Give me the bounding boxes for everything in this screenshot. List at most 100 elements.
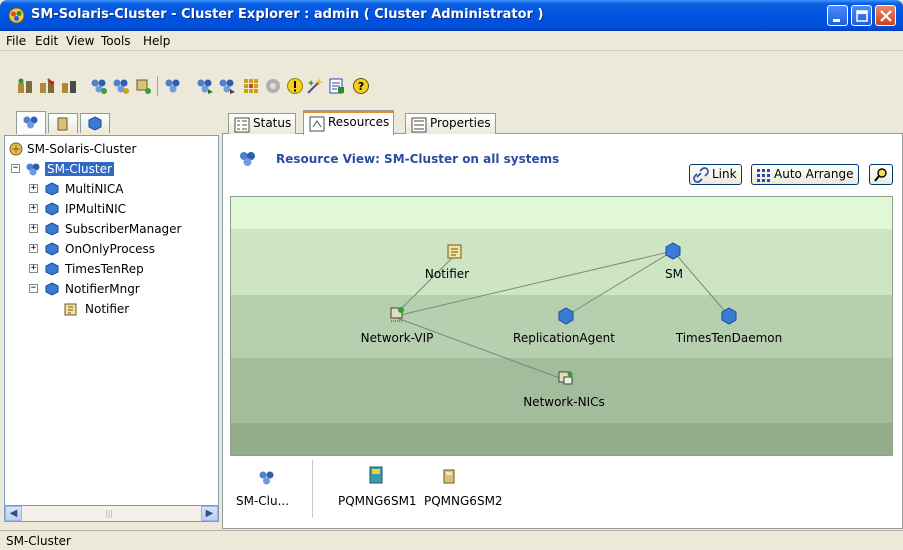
menu-edit[interactable]: Edit [35, 34, 58, 48]
node-label-notifier: Notifier [424, 267, 470, 281]
tab-properties[interactable]: Properties [405, 113, 496, 134]
tree-group-item[interactable]: + MultiNICA [27, 180, 217, 198]
minimize-button[interactable] [827, 5, 848, 26]
system-pqmng6sm2-label: PQMNG6SM2 [424, 494, 503, 508]
cluster-root-icon [9, 142, 23, 156]
offline-group-icon[interactable] [218, 77, 236, 95]
edge-sm-timestendaemon [672, 250, 730, 317]
menu-view[interactable]: View [66, 34, 94, 48]
network-vip-node-icon[interactable] [390, 307, 404, 322]
menu-file[interactable]: File [6, 34, 26, 48]
notifier-icon [64, 303, 77, 316]
status-bar: SM-Cluster [0, 530, 903, 550]
resource-icon [88, 116, 102, 131]
tree-cluster-label: SM-Cluster [45, 162, 114, 176]
auto-arrange-icon [757, 169, 770, 182]
cluster-icon [26, 163, 40, 176]
zoom-button[interactable] [869, 164, 893, 185]
tree-resource-item[interactable]: Notifier [63, 300, 213, 318]
close-button[interactable] [875, 5, 896, 26]
expand-toggle[interactable]: + [29, 204, 38, 213]
menu-help[interactable]: Help [143, 34, 170, 48]
tree-horizontal-scrollbar[interactable]: ◀ ||| ▶ [4, 505, 219, 522]
system-pqmng6sm2-icon[interactable] [441, 468, 457, 484]
tab-status-label: Status [253, 116, 292, 130]
tree-resource-label: Notifier [85, 302, 130, 316]
alert-icon[interactable] [286, 77, 304, 95]
tree-group-item[interactable]: + TimesTenRep [27, 260, 217, 278]
wizard-icon[interactable] [306, 77, 324, 95]
expand-toggle[interactable]: + [29, 184, 38, 193]
tree-cluster[interactable]: − SM-Cluster [9, 160, 209, 178]
help-icon[interactable]: ? [352, 77, 370, 95]
tree-group-item[interactable]: + OnOnlyProcess [27, 240, 217, 258]
notifier-node-icon[interactable] [447, 244, 462, 259]
cluster-tree: SM-Solaris-Cluster − SM-Cluster + MultiN… [4, 135, 219, 519]
scroll-right-arrow[interactable]: ▶ [201, 506, 218, 521]
status-tab-icon [234, 117, 250, 133]
node-label-sm: SM [665, 267, 683, 281]
edge-sm-network-vip [395, 250, 674, 317]
link-button[interactable]: Link [689, 164, 742, 185]
maximize-icon [856, 10, 868, 22]
sm-node-icon[interactable] [665, 242, 681, 260]
tab-systems[interactable] [48, 113, 78, 133]
replicationagent-node-icon[interactable] [558, 307, 574, 325]
group-icon [45, 262, 59, 276]
stop-icon[interactable] [264, 77, 282, 95]
toolbar: ? [0, 52, 903, 110]
tab-status[interactable]: Status [228, 113, 297, 134]
node-label-network-vip: Network-VIP [360, 331, 434, 345]
tab-resources[interactable] [80, 113, 110, 133]
dependency-lines [390, 242, 737, 385]
expand-toggle[interactable]: + [29, 224, 38, 233]
tree-group-label: NotifierMngr [65, 282, 140, 296]
group-icon [45, 182, 59, 196]
tab-service-groups[interactable] [16, 111, 46, 134]
node-label-timestendaemon: TimesTenDaemon [675, 331, 783, 345]
scroll-left-arrow[interactable]: ◀ [5, 506, 22, 521]
link-icon [693, 167, 709, 183]
cluster-delete-icon[interactable] [38, 77, 56, 95]
window-title: SM-Solaris-Cluster - Cluster Explorer : … [31, 7, 544, 22]
tree-group-label: SubscriberManager [65, 222, 182, 236]
scroll-grip: ||| [105, 509, 114, 518]
tree-group-item[interactable]: − NotifierMngr [27, 280, 217, 298]
group-icon [45, 202, 59, 216]
cluster-config-icon[interactable] [60, 77, 78, 95]
properties-tab-icon [411, 117, 427, 133]
tab-resources-label: Resources [328, 115, 390, 129]
online-group-icon[interactable] [196, 77, 214, 95]
collapse-toggle[interactable]: − [29, 284, 38, 293]
maximize-button[interactable] [851, 5, 872, 26]
resource-view-icon [240, 152, 255, 166]
resource-type-icon[interactable] [134, 77, 152, 95]
edge-network-vip-network-nics [396, 317, 566, 381]
cluster-add-icon[interactable] [16, 77, 34, 95]
log-viewer-icon[interactable] [328, 77, 346, 95]
tree-group-item[interactable]: + IPMultiNIC [27, 200, 217, 218]
cluster-system-icon[interactable] [258, 470, 276, 486]
expand-toggle[interactable]: + [29, 264, 38, 273]
group-add-icon[interactable] [90, 77, 108, 95]
collapse-toggle[interactable]: − [11, 164, 20, 173]
tab-resources[interactable]: Resources [303, 110, 395, 135]
systems-strip [223, 456, 902, 528]
auto-arrange-button[interactable]: Auto Arrange [751, 164, 859, 185]
tab-properties-label: Properties [430, 116, 491, 130]
grid-icon[interactable] [242, 77, 260, 95]
menu-tools[interactable]: Tools [101, 34, 131, 48]
tree-group-item[interactable]: + SubscriberManager [27, 220, 217, 238]
expand-toggle[interactable]: + [29, 244, 38, 253]
tree-root[interactable]: SM-Solaris-Cluster [9, 140, 209, 158]
group-link-icon[interactable] [112, 77, 130, 95]
timestendaemon-node-icon[interactable] [721, 307, 737, 325]
svg-text:?: ? [358, 80, 364, 93]
link-button-label: Link [712, 167, 737, 181]
network-nics-node-icon[interactable] [558, 371, 573, 385]
node-label-replicationagent: ReplicationAgent [513, 331, 615, 345]
group-icon [45, 242, 59, 256]
system-pqmng6sm1-icon[interactable] [368, 466, 384, 484]
service-group-icon[interactable] [164, 77, 182, 95]
node-label-network-nics: Network-NICs [523, 395, 605, 409]
